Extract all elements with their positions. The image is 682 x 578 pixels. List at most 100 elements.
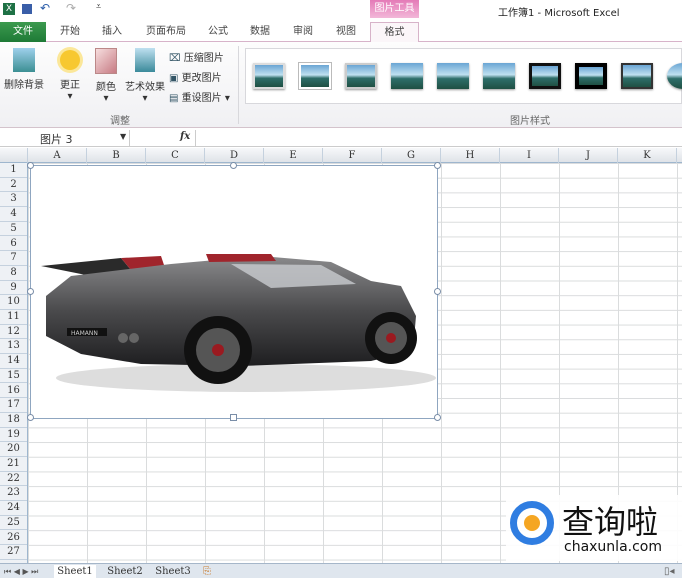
undo-icon[interactable]: ↶ [40,1,50,15]
select-all-corner[interactable] [0,148,28,163]
style-thumb-2[interactable] [299,63,331,89]
row-header[interactable]: 4 [0,207,27,222]
horizontal-scrollbar[interactable]: ▯◂ [664,565,675,578]
adjust-group-label: 调整 [110,116,130,127]
column-header[interactable]: I [500,148,559,163]
tab-home[interactable]: 开始 [52,22,88,42]
style-thumb-7[interactable] [529,63,561,89]
redo-icon[interactable]: ↷ [66,1,76,15]
sun-icon [60,50,80,70]
insert-function-icon[interactable]: fx [180,131,190,142]
column-header[interactable]: G [382,148,441,163]
row-header[interactable]: 8 [0,266,27,281]
resize-handle-mr[interactable] [434,288,441,295]
tab-formulas[interactable]: 公式 [200,22,236,42]
resize-handle-bl[interactable] [27,414,34,421]
style-thumb-3[interactable] [345,63,377,89]
row-header[interactable]: 25 [0,516,27,531]
row-header[interactable]: 1 [0,163,27,178]
style-thumb-8[interactable] [575,63,607,89]
row-header[interactable]: 6 [0,237,27,252]
row-header[interactable]: 19 [0,428,27,443]
watermark-url: chaxunla.com [564,539,662,555]
row-header[interactable]: 23 [0,486,27,502]
style-thumb-6[interactable] [483,63,515,89]
column-header[interactable]: D [205,148,264,163]
formula-input[interactable] [195,130,682,146]
sheet-nav-buttons[interactable]: ⏮ ◀ ▶ ⏭ [4,565,38,578]
sheet-tab-bar: ⏮ ◀ ▶ ⏭ Sheet1 Sheet2 Sheet3 ⎘ ▯◂ [0,563,682,578]
tab-review[interactable]: 审阅 [285,22,321,42]
color-icon [95,48,117,74]
watermark-name: 查询啦 [562,503,659,541]
style-thumb-10[interactable] [667,63,682,89]
resize-handle-tl[interactable] [27,162,34,169]
style-thumb-5[interactable] [437,63,469,89]
row-header[interactable]: 18 [0,413,27,428]
tab-file[interactable]: 文件 [0,22,46,42]
row-header[interactable]: 13 [0,339,27,355]
insert-sheet-icon[interactable]: ⎘ [203,565,211,578]
tab-view[interactable]: 视图 [328,22,364,42]
row-header[interactable]: 15 [0,369,27,384]
remove-background-button[interactable]: 删除背景 [2,48,46,91]
row-header[interactable]: 2 [0,178,27,193]
row-header[interactable]: 5 [0,222,27,237]
column-header[interactable]: A [28,148,87,163]
column-header[interactable]: K [618,148,677,163]
resize-handle-ml[interactable] [27,288,34,295]
color-button[interactable]: 颜色 ▾ [92,48,120,104]
column-header[interactable]: E [264,148,323,163]
style-thumb-1[interactable] [253,63,285,89]
sheet-tab-1[interactable]: Sheet1 [54,565,96,578]
customize-qat-icon[interactable]: ⩡ [96,2,101,12]
reset-picture-icon: ▤ [169,93,179,104]
row-header[interactable]: 12 [0,325,27,340]
row-header[interactable]: 20 [0,442,27,457]
column-header[interactable]: H [441,148,500,163]
row-header[interactable]: 10 [0,295,27,310]
column-header[interactable]: B [87,148,146,163]
ribbon-tabs: 文件 开始 插入 页面布局 公式 数据 审阅 视图 格式 [0,20,682,43]
style-thumb-4[interactable] [391,63,423,89]
row-header[interactable]: 21 [0,457,27,472]
tab-format[interactable]: 格式 [370,22,419,43]
tab-data[interactable]: 数据 [242,22,278,42]
tab-insert[interactable]: 插入 [94,22,130,42]
row-headers: 1 2 3 4 5 6 7 8 9 10 11 12 13 14 15 16 17 18 19 20 21 22 23 24 2… [0,163,28,563]
column-header[interactable]: F [323,148,382,163]
save-icon[interactable] [22,4,32,14]
resize-handle-bm[interactable] [230,414,237,421]
column-header[interactable]: J [559,148,618,163]
row-header[interactable]: 27 [0,545,27,560]
row-header[interactable]: 22 [0,472,27,487]
row-header[interactable]: 14 [0,354,27,369]
row-header[interactable]: 7 [0,251,27,266]
resize-handle-br[interactable] [434,414,441,421]
resize-handle-tm[interactable] [230,162,237,169]
row-header[interactable]: 3 [0,192,27,208]
row-header[interactable]: 26 [0,531,27,546]
sheet-tab-3[interactable]: Sheet3 [152,565,194,578]
row-header[interactable]: 11 [0,310,27,325]
artistic-effects-button[interactable]: 艺术效果 ▾ [124,48,166,104]
car-picture[interactable]: HAMANN [27,162,441,421]
style-thumb-9[interactable] [621,63,653,89]
name-box-dropdown-icon[interactable]: ▼ [120,132,126,141]
column-header[interactable]: C [146,148,205,163]
compress-icon: ⌧ [169,53,181,64]
resize-handle-tr[interactable] [434,162,441,169]
artistic-effects-icon [135,48,155,72]
row-header[interactable]: 16 [0,384,27,399]
corrections-button[interactable]: 更正 ▾ [56,48,84,102]
change-picture-button[interactable]: ▣ 更改图片 [169,69,222,84]
formula-bar: 图片 3 ▼ fx [0,129,682,147]
tab-page-layout[interactable]: 页面布局 [140,22,192,42]
row-header[interactable]: 24 [0,501,27,516]
reset-picture-button[interactable]: ▤ 重设图片 ▾ [169,89,230,104]
sheet-tab-2[interactable]: Sheet2 [104,565,146,578]
row-header[interactable]: 17 [0,398,27,413]
row-header[interactable]: 9 [0,281,27,296]
compress-pictures-button[interactable]: ⌧ 压缩图片 [169,49,224,64]
name-box[interactable]: 图片 3 ▼ [0,130,130,146]
